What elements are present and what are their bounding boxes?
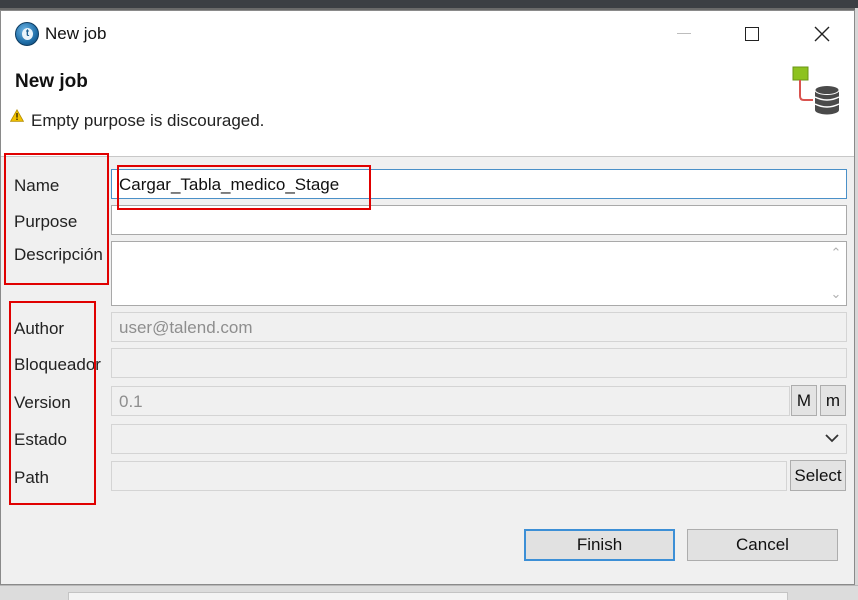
- name-label: Name: [14, 176, 60, 195]
- close-button[interactable]: [799, 11, 845, 56]
- select-path-button[interactable]: Select: [790, 460, 846, 491]
- maximize-button[interactable]: [729, 11, 775, 56]
- wizard-header: New job Empty purpose is discouraged.: [1, 56, 854, 157]
- scroll-down-icon[interactable]: ⌄: [830, 287, 842, 300]
- status-label: Estado: [14, 430, 67, 449]
- purpose-input[interactable]: [111, 205, 847, 235]
- purpose-label: Purpose: [14, 212, 78, 231]
- window-title: New job: [45, 24, 107, 43]
- minor-version-button[interactable]: m: [820, 385, 846, 416]
- name-input[interactable]: Cargar_Tabla_medico_Stage: [111, 169, 847, 199]
- job-database-icon: [792, 66, 840, 115]
- author-label: Author: [14, 319, 65, 338]
- author-input: user@talend.com: [111, 312, 847, 342]
- path-label: Path: [14, 468, 49, 487]
- background-panel-bottom: [0, 585, 858, 600]
- description-textarea[interactable]: ⌃ ⌄: [111, 241, 847, 306]
- minimize-button[interactable]: [661, 11, 707, 56]
- finish-button[interactable]: Finish: [524, 529, 675, 561]
- talend-logo-icon: t: [15, 22, 39, 46]
- warning-message: Empty purpose is discouraged.: [31, 111, 265, 130]
- background-toolbar: [0, 0, 858, 8]
- background-field: [68, 592, 788, 600]
- locker-label: Bloqueador: [14, 355, 101, 374]
- description-label: Descripción: [14, 245, 103, 264]
- maximize-icon: [745, 26, 759, 41]
- title-bar: t New job: [1, 11, 854, 56]
- scroll-up-icon[interactable]: ⌃: [830, 246, 842, 259]
- page-title: New job: [15, 71, 88, 92]
- cancel-button[interactable]: Cancel: [687, 529, 838, 561]
- path-input: [111, 461, 787, 491]
- new-job-dialog: t New job New job Empty purpose is disco…: [0, 10, 855, 585]
- chevron-down-icon: [825, 434, 839, 443]
- minimize-icon: [677, 33, 691, 34]
- version-label: Version: [14, 393, 71, 412]
- warning-icon: [10, 109, 24, 122]
- locker-input: [111, 348, 847, 378]
- version-input: 0.1: [111, 386, 790, 416]
- status-select[interactable]: [111, 424, 847, 454]
- close-icon: [814, 26, 830, 41]
- major-version-button[interactable]: M: [791, 385, 817, 416]
